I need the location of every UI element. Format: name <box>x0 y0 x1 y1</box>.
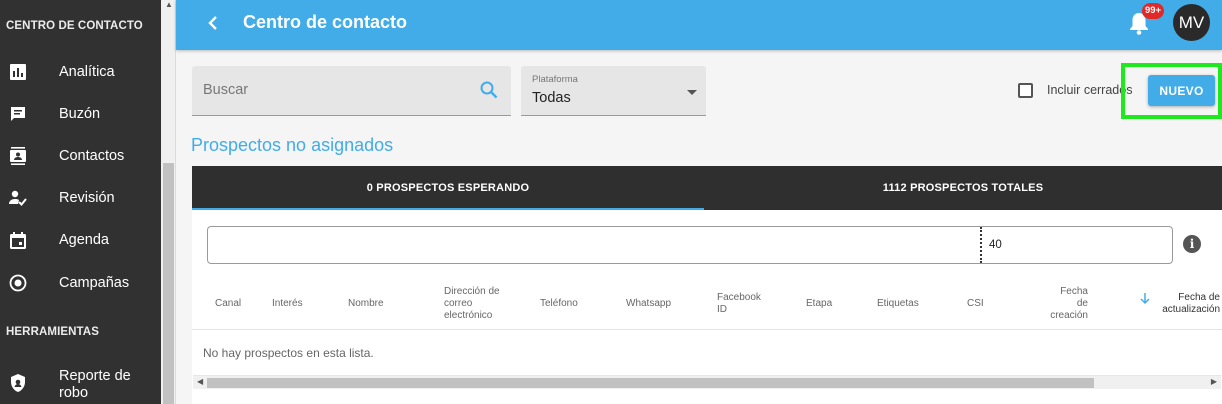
info-icon[interactable]: i <box>1183 235 1201 253</box>
sidebar: CENTRO DE CONTACTO Analítica Buzón Conta… <box>0 0 161 404</box>
column-header-facebook-id[interactable]: Facebook ID <box>717 292 767 316</box>
sidebar-item-revision[interactable]: Revisión <box>0 178 161 218</box>
column-header-interes[interactable]: Interés <box>272 298 303 310</box>
column-header-whatsapp[interactable]: Whatsapp <box>626 298 671 310</box>
sidebar-item-label: Campañas <box>59 274 130 291</box>
caret-down-icon <box>687 90 697 95</box>
tab-waiting[interactable]: 0 PROSPECTOS ESPERANDO <box>192 166 704 210</box>
horizontal-scrollbar-thumb[interactable] <box>207 378 1094 388</box>
filter-divider <box>980 227 982 263</box>
scroll-left-arrow-icon[interactable]: ◀ <box>197 377 203 386</box>
table-header-divider <box>192 329 1222 330</box>
sidebar-item-contactos[interactable]: Contactos <box>0 136 161 176</box>
scroll-up-arrow-icon[interactable]: ▲ <box>165 0 173 9</box>
arrow-down-icon[interactable] <box>1140 292 1150 305</box>
sidebar-scrollbar[interactable]: ▲ <box>161 0 176 404</box>
sidebar-item-label: Agenda <box>59 231 109 248</box>
sidebar-item-reporte-de-robo[interactable]: Reporte de robo <box>0 362 161 404</box>
highlight-box <box>1121 63 1222 119</box>
tab-total[interactable]: 1112 PROSPECTOS TOTALES <box>704 166 1222 210</box>
section-heading: Prospectos no asignados <box>191 135 394 155</box>
sidebar-item-campanas[interactable]: Campañas <box>0 263 161 303</box>
include-closed-checkbox[interactable] <box>1018 83 1033 98</box>
column-header-etiquetas[interactable]: Etiquetas <box>877 298 919 310</box>
sidebar-item-label: Contactos <box>59 147 125 164</box>
column-header-telefono[interactable]: Teléfono <box>540 298 578 310</box>
sidebar-item-buzon[interactable]: Buzón <box>0 94 161 134</box>
shield-icon <box>9 374 27 392</box>
column-header-fecha-actualizacion[interactable]: Fecha de actualización <box>1154 292 1220 316</box>
column-header-etapa[interactable]: Etapa <box>806 298 832 310</box>
search-placeholder: Buscar <box>203 82 249 98</box>
column-header-nombre[interactable]: Nombre <box>348 298 384 310</box>
sidebar-item-label: Reporte de robo <box>59 368 131 401</box>
person-check-icon <box>9 189 27 207</box>
scroll-right-arrow-icon[interactable]: ▶ <box>1211 377 1217 386</box>
sidebar-item-label: Buzón <box>59 105 101 122</box>
search-icon[interactable] <box>479 80 499 100</box>
avatar[interactable]: MV <box>1173 4 1210 41</box>
sidebar-section-title: HERRAMIENTAS <box>6 326 99 338</box>
radio-target-icon <box>9 274 27 292</box>
column-header-fecha-creacion[interactable]: Fecha de creación <box>1050 286 1088 322</box>
platform-select[interactable]: Plataforma Todas <box>521 66 706 116</box>
filter-value[interactable]: 40 <box>989 239 1002 251</box>
sidebar-section-title: CENTRO DE CONTACTO <box>6 20 143 32</box>
table-filter-input[interactable] <box>207 226 1173 264</box>
sidebar-item-agenda[interactable]: Agenda <box>0 220 161 260</box>
contacts-icon <box>9 147 27 165</box>
bar-chart-icon <box>9 63 27 81</box>
tab-bar: 0 PROSPECTOS ESPERANDO 1112 PROSPECTOS T… <box>192 166 1222 210</box>
notification-badge: 99+ <box>1142 3 1165 19</box>
table-horizontal-scrollbar[interactable]: ◀ ▶ <box>193 375 1221 389</box>
sidebar-item-label: Analítica <box>59 63 115 80</box>
platform-select-label: Plataforma <box>532 74 578 85</box>
sidebar-item-analitica[interactable]: Analítica <box>0 52 161 92</box>
inbox-icon <box>9 105 27 123</box>
column-header-canal[interactable]: Canal <box>215 298 241 310</box>
back-chevron-icon[interactable] <box>204 11 224 35</box>
empty-table-message: No hay prospectos en esta lista. <box>203 346 374 360</box>
column-header-csi[interactable]: CSI <box>967 298 984 310</box>
page-title: Centro de contacto <box>243 12 408 32</box>
sidebar-item-label: Revisión <box>59 189 115 206</box>
calendar-icon <box>9 231 27 249</box>
search-input[interactable]: Buscar <box>192 66 511 116</box>
column-header-email[interactable]: Dirección de correo electrónico <box>444 286 510 322</box>
platform-select-value: Todas <box>532 90 571 106</box>
sidebar-scrollbar-thumb[interactable] <box>163 163 174 404</box>
app-header: Centro de contacto 99+ MV <box>176 0 1222 50</box>
